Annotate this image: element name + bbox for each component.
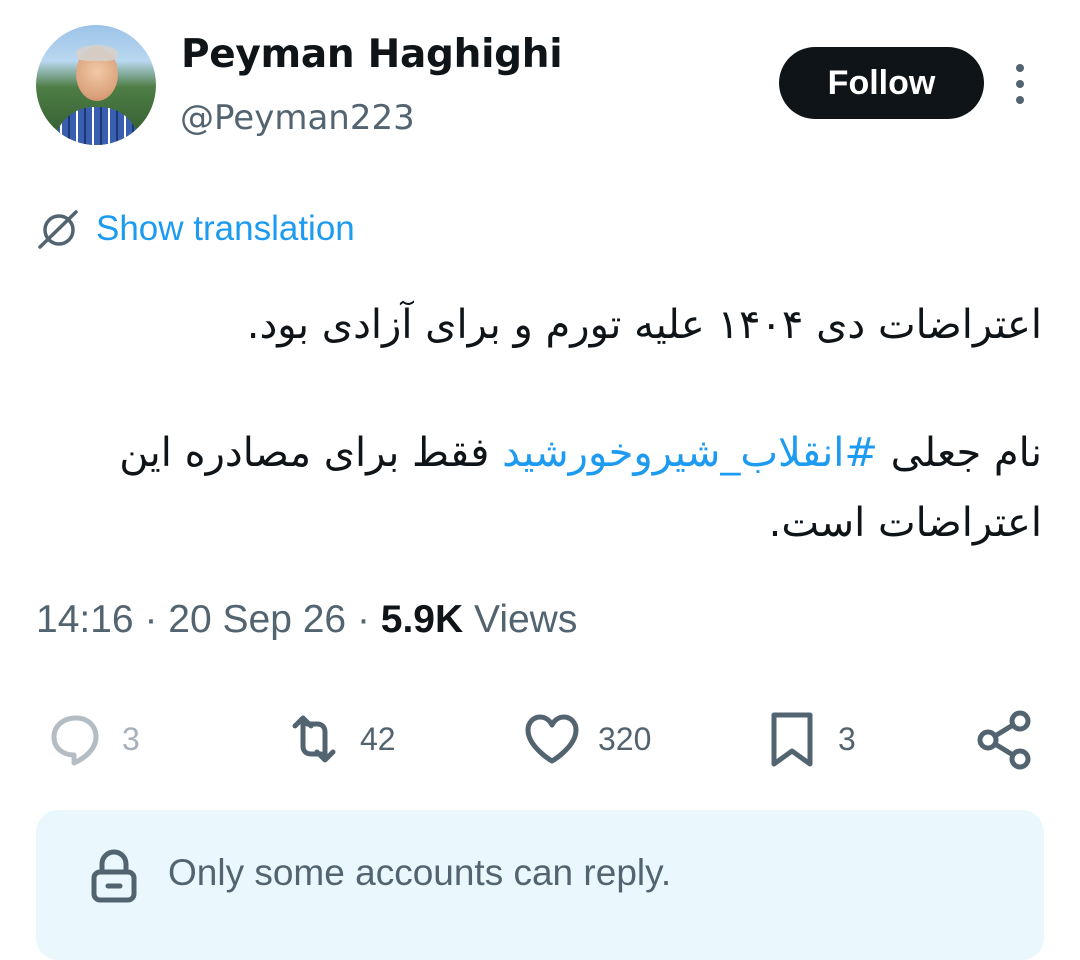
tweet-meta: 14:16 · 20 Sep 26 · 5.9K Views	[36, 598, 578, 641]
share-button[interactable]	[972, 704, 1036, 774]
reply-count: 3	[122, 720, 140, 757]
globe-strikethrough-icon	[38, 210, 78, 249]
more-options-icon[interactable]	[1006, 62, 1034, 106]
views-label: Views	[474, 598, 578, 641]
hashtag-link[interactable]: #انقلاب_شیروخورشید	[502, 430, 878, 476]
author-display-name[interactable]: Peyman Haghighi	[181, 32, 563, 77]
reply-button[interactable]: 3	[44, 704, 140, 774]
views-count[interactable]: 5.9K	[381, 598, 463, 641]
bookmark-count: 3	[838, 720, 856, 757]
reply-restriction-text: Only some accounts can reply.	[168, 852, 672, 893]
share-icon	[977, 710, 1031, 770]
tweet-paragraph-2: نام جعلی #انقلاب_شیروخورشید فقط برای مصا…	[32, 418, 1042, 558]
author-handle[interactable]: @Peyman223	[180, 98, 415, 138]
show-translation-link[interactable]: Show translation	[36, 206, 355, 252]
avatar[interactable]	[36, 25, 156, 145]
follow-button[interactable]: Follow	[779, 47, 984, 119]
tweet-date[interactable]: 20 Sep 26	[168, 598, 346, 641]
like-count: 320	[598, 720, 652, 757]
tweet-time[interactable]: 14:16	[36, 598, 134, 641]
like-button[interactable]: 320	[520, 704, 651, 774]
reply-icon	[51, 715, 99, 766]
tweet-text: اعتراضات دی ۱۴۰۴ علیه تورم و برای آزادی …	[32, 290, 1042, 558]
heart-icon	[525, 714, 579, 764]
bookmark-button[interactable]: 3	[760, 704, 856, 774]
repost-count: 42	[360, 720, 396, 757]
tweet-line-1: اعتراضات دی ۱۴۰۴ علیه تورم و برای آزادی …	[246, 302, 1042, 348]
show-translation-label: Show translation	[96, 209, 355, 248]
lock-icon	[91, 849, 137, 903]
repost-icon	[292, 715, 336, 763]
repost-button[interactable]: 42	[282, 704, 396, 774]
bookmark-icon	[771, 712, 813, 767]
tweet-text-before-hashtag: نام جعلی	[877, 430, 1042, 476]
